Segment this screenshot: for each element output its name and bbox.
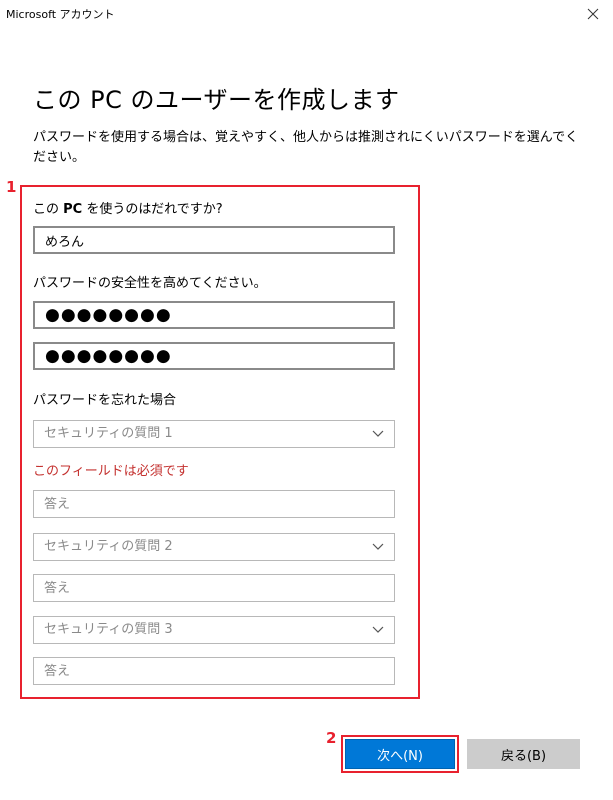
security-question-3-value: セキュリティの質問 3 bbox=[44, 622, 173, 637]
security-question-3-select[interactable]: セキュリティの質問 3 bbox=[33, 616, 395, 644]
confirm-password-input[interactable]: ●●●●●●●● bbox=[33, 342, 395, 370]
page-title: この PC のユーザーを作成します bbox=[33, 86, 400, 114]
close-icon bbox=[587, 8, 599, 20]
required-field-error: このフィールドは必須です bbox=[33, 464, 189, 479]
page-description: パスワードを使用する場合は、覚えやすく、他人からは推測されにくいパスワードを選ん… bbox=[33, 130, 579, 165]
chevron-down-icon bbox=[372, 543, 384, 550]
next-button[interactable]: 次へ(N) bbox=[345, 739, 455, 769]
security-question-1-value: セキュリティの質問 1 bbox=[44, 426, 173, 441]
forgot-password-label: パスワードを忘れた場合 bbox=[33, 393, 177, 408]
back-button[interactable]: 戻る(B) bbox=[467, 739, 580, 769]
password-label: パスワードの安全性を高めてください。 bbox=[33, 276, 267, 291]
username-label-suffix: を使うのはだれですか? bbox=[82, 202, 223, 217]
security-question-2-select[interactable]: セキュリティの質問 2 bbox=[33, 533, 395, 561]
annotation-number-1: 1 bbox=[6, 178, 17, 196]
username-label: この PC を使うのはだれですか? bbox=[33, 198, 223, 217]
security-answer-2-input[interactable] bbox=[33, 574, 395, 602]
username-label-prefix: この bbox=[33, 202, 64, 217]
security-answer-3-input[interactable] bbox=[33, 657, 395, 685]
username-label-pc: PC bbox=[63, 202, 83, 217]
title-bar: Microsoft アカウント bbox=[0, 0, 613, 28]
chevron-down-icon bbox=[372, 626, 384, 633]
security-question-1-select[interactable]: セキュリティの質問 1 bbox=[33, 420, 395, 448]
password-input[interactable]: ●●●●●●●● bbox=[33, 301, 395, 329]
window-title: Microsoft アカウント bbox=[6, 8, 115, 21]
close-button[interactable] bbox=[573, 0, 613, 28]
username-input[interactable] bbox=[33, 226, 395, 254]
microsoft-account-dialog: Microsoft アカウント この PC のユーザーを作成します パスワードを… bbox=[0, 0, 613, 800]
security-answer-1-input[interactable] bbox=[33, 490, 395, 518]
chevron-down-icon bbox=[372, 430, 384, 437]
security-question-2-value: セキュリティの質問 2 bbox=[44, 539, 173, 554]
annotation-number-2: 2 bbox=[326, 729, 337, 747]
